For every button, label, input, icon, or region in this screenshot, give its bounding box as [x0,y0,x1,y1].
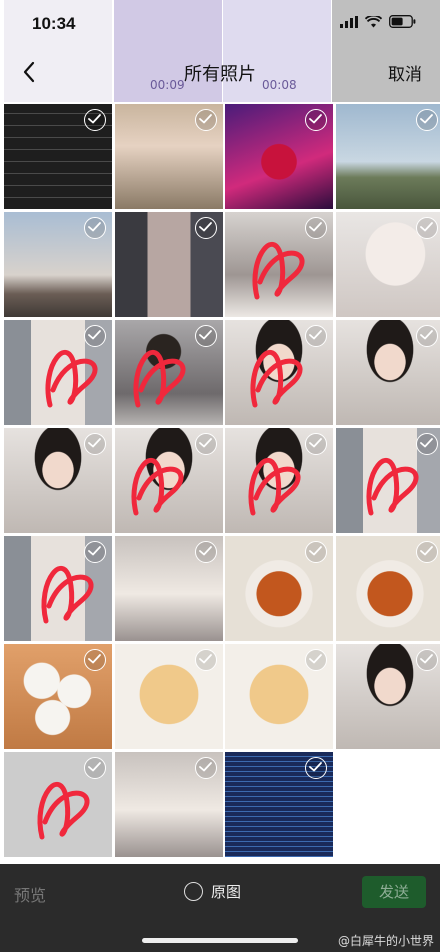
photo-thumbnail-mirror-floral-dress[interactable] [114,536,223,641]
photo-thumbnail-screenshot-text[interactable] [4,104,112,209]
checkmark-icon [419,654,433,664]
photo-thumbnail-mirror-selfie-doorway[interactable] [225,212,334,317]
photo-thumbnail-selfie-closeup[interactable] [335,320,440,425]
checkmark-icon [198,330,212,340]
checkmark-icon [198,114,212,124]
select-checkbox[interactable] [84,433,106,455]
select-checkbox[interactable] [415,433,438,455]
photo-thumbnail-noodles-plate[interactable] [335,536,440,641]
send-button[interactable]: 发送 [362,876,426,908]
select-checkbox[interactable] [84,757,106,779]
checkmark-icon [88,546,101,556]
checkmark-icon [309,546,323,556]
checkmark-icon [198,222,212,232]
wifi-icon [365,15,382,27]
photo-thumbnail-woman-red-dress-stage[interactable] [225,104,334,209]
photo-thumbnail-mirror-floral-dress[interactable] [114,752,223,857]
photo-thumbnail-selfie-shop[interactable] [4,320,112,425]
checkmark-icon [419,222,433,232]
select-checkbox[interactable] [194,217,217,239]
select-checkbox[interactable] [194,757,217,779]
checkmark-icon [88,222,101,232]
checkmark-icon [198,762,212,772]
checkmark-icon [88,762,101,772]
photo-thumbnail-selfie-shop[interactable] [335,428,440,533]
select-checkbox[interactable] [194,433,217,455]
photo-thumbnail-selfie-white-top[interactable] [335,212,440,317]
photo-thumbnail-selfie-closeup[interactable] [335,644,440,749]
checkmark-icon [419,330,433,340]
checkmark-icon [88,330,101,340]
photo-thumbnail-selfie-closeup[interactable] [4,428,112,533]
photo-thumbnail-airport-board[interactable] [225,752,334,857]
preview-button[interactable]: 预览 [14,882,46,906]
select-checkbox[interactable] [415,649,438,671]
status-bar: 10:34 [0,0,440,48]
select-checkbox[interactable] [415,325,438,347]
photo-thumbnail-pastry-bread[interactable] [225,644,334,749]
checkmark-icon [309,222,323,232]
checkmark-icon [88,438,101,448]
photo-thumbnail-selfie-closeup[interactable] [225,320,334,425]
photo-thumbnail-balcony-window[interactable] [114,212,223,317]
checkmark-icon [309,438,323,448]
original-label: 原图 [211,883,242,901]
checkmark-icon [419,546,433,556]
photo-thumbnail-selfie-closeup[interactable] [114,428,223,533]
checkmark-icon [88,654,101,664]
home-indicator [142,938,298,943]
checkmark-icon [198,654,212,664]
battery-icon [389,15,416,28]
checkmark-icon [88,114,101,124]
select-checkbox[interactable] [84,325,106,347]
original-image-toggle[interactable]: 原图 [184,881,241,902]
select-checkbox[interactable] [194,109,217,131]
page-title: 所有照片 [184,64,256,85]
checkmark-icon [309,654,323,664]
photo-thumbnail-noodles-plate[interactable] [225,536,334,641]
select-checkbox[interactable] [194,649,217,671]
signal-icon [340,15,358,28]
photo-thumbnail-sky-buildings[interactable] [335,104,440,209]
cancel-button[interactable]: 取消 [388,60,422,85]
select-checkbox[interactable] [415,541,438,563]
select-checkbox[interactable] [415,217,438,239]
select-checkbox[interactable] [84,109,106,131]
photo-thumbnail-sunset-crane[interactable] [4,212,112,317]
checkmark-icon [419,114,433,124]
checkmark-icon [309,762,323,772]
select-checkbox[interactable] [194,541,217,563]
photo-thumbnail-steamed-buns[interactable] [4,644,112,749]
original-radio[interactable] [184,882,203,901]
select-checkbox[interactable] [415,109,438,131]
select-checkbox[interactable] [194,325,217,347]
photo-thumbnail-selfie-closeup[interactable] [225,428,334,533]
checkmark-icon [198,546,212,556]
status-time: 10:34 [32,14,76,33]
select-checkbox[interactable] [84,541,106,563]
checkmark-icon [309,114,323,124]
select-checkbox[interactable] [84,649,106,671]
checkmark-icon [419,438,433,448]
photo-grid [0,104,440,857]
photo-thumbnail-pastry-bread[interactable] [114,644,223,749]
photo-thumbnail-selfie-shop[interactable] [4,536,112,641]
photo-thumbnail-woman-street[interactable] [114,104,223,209]
select-checkbox[interactable] [84,217,106,239]
checkmark-icon [198,438,212,448]
nav-bar: 所有照片 取消 [0,48,440,96]
watermark: @白犀牛的小世界 [337,934,434,948]
photo-thumbnail-selfie-phone-mirror[interactable] [114,320,223,425]
checkmark-icon [309,330,323,340]
photo-thumbnail-mirror-selfie-phone[interactable] [4,752,112,857]
